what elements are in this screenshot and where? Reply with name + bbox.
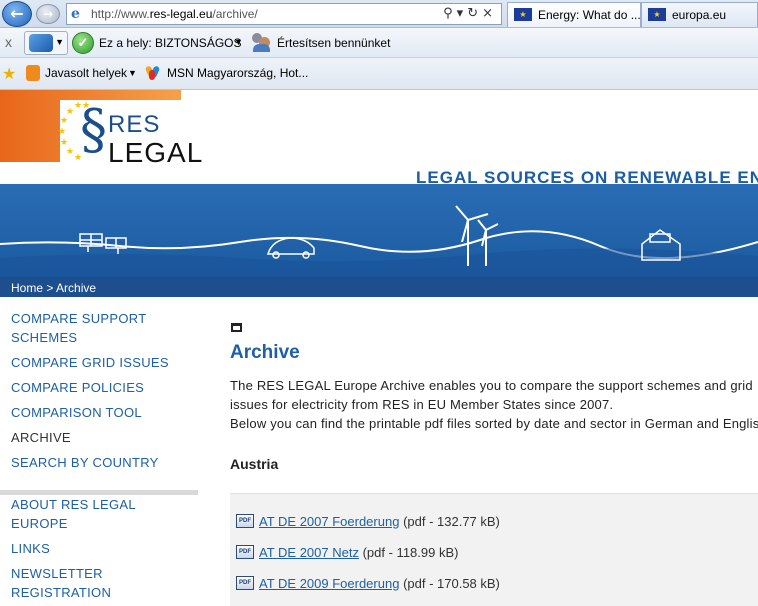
tab-label: europa.eu — [672, 8, 727, 22]
intro-text: The RES LEGAL Europe Archive enables you… — [230, 376, 758, 433]
chevron-down-icon[interactable]: ▼ — [128, 68, 137, 78]
sidebar-item-compare-support-schemes[interactable]: COMPARE SUPPORT SCHEMES — [11, 309, 191, 347]
sidebar-item-newsletter-registration[interactable]: NEWSLETTER REGISTRATION — [11, 564, 121, 602]
stop-icon[interactable]: × — [482, 6, 497, 21]
sidebar-item-search-by-country[interactable]: SEARCH BY COUNTRY — [11, 453, 191, 472]
browser-tab-energy[interactable]: ★ Energy: What do ... — [507, 2, 641, 27]
printer-icon[interactable] — [231, 323, 242, 332]
web-page: ★ ★ ★ ★ ★ ★ ★ ★ § RES LEGAL LEGAL SOURCE… — [0, 90, 758, 606]
refresh-icon[interactable]: ↻ — [467, 6, 482, 21]
intro-line: issues for electricity from RES in EU Me… — [230, 397, 614, 412]
eu-flag-icon: ★ — [514, 8, 532, 21]
res-legal-logo[interactable]: ★ ★ ★ ★ ★ ★ ★ ★ § RES LEGAL — [52, 97, 212, 177]
intro-line: The RES LEGAL Europe Archive enables you… — [230, 378, 753, 393]
back-arrow-icon[interactable]: ← — [2, 1, 32, 27]
address-bar[interactable]: e http://www.res-legal.eu/archive/ ⚲▾↻× — [66, 3, 502, 25]
logo-res: RES — [108, 111, 161, 138]
dropdown-icon[interactable]: ▾ — [457, 6, 468, 21]
page-title: Archive — [230, 342, 300, 363]
pdf-file-icon: PDF — [236, 545, 254, 559]
eu-flag-icon: ★ — [648, 8, 666, 21]
chevron-down-icon: ▼ — [55, 37, 64, 47]
banner-illustration — [0, 205, 758, 278]
sidebar-item-links[interactable]: LINKS — [11, 539, 191, 558]
pdf-download-link[interactable]: AT DE 2007 Foerderung — [259, 514, 399, 529]
sidebar-item-compare-grid-issues[interactable]: COMPARE GRID ISSUES — [11, 353, 191, 372]
car-icon — [267, 237, 315, 259]
sidebar-item-archive[interactable]: ARCHIVE — [11, 428, 191, 447]
people-icon[interactable] — [250, 33, 272, 53]
url-path: /archive/ — [212, 7, 258, 21]
file-meta: (pdf - 132.77 kB) — [403, 514, 500, 529]
address-tools: ⚲▾↻× — [443, 6, 497, 21]
suggested-sites-icon — [26, 65, 40, 81]
close-toolbar-icon[interactable]: x — [5, 34, 12, 50]
sidebar-item-about-res-legal-europe[interactable]: ABOUT RES LEGAL EUROPE — [11, 495, 141, 533]
tab-label: Energy: What do ... — [538, 8, 641, 22]
url-prefix: http://www. — [91, 7, 150, 21]
forward-arrow-icon[interactable]: → — [36, 4, 60, 24]
address-url[interactable]: http://www.res-legal.eu/archive/ — [91, 7, 258, 21]
list-item: PDF AT DE 2007 Netz (pdf - 118.99 kB) — [236, 545, 736, 560]
browser-tab-europa[interactable]: ★ europa.eu — [641, 2, 758, 27]
chevron-down-icon[interactable]: ▼ — [234, 37, 243, 47]
toolbar-menu-button[interactable]: ▼ — [24, 31, 68, 55]
search-icon[interactable]: ⚲ — [443, 6, 457, 21]
breadcrumb: Home > Archive — [0, 277, 758, 297]
file-meta: (pdf - 170.58 kB) — [403, 576, 500, 591]
suggested-sites-link[interactable]: Javasolt helyek — [45, 66, 127, 80]
breadcrumb-separator: > — [43, 281, 57, 295]
logo-legal: LEGAL — [108, 137, 204, 168]
msn-butterfly-icon — [144, 64, 161, 82]
toolbar-logo-icon — [29, 34, 53, 52]
pdf-file-icon: PDF — [236, 514, 254, 528]
ie-page-icon: e — [71, 6, 80, 22]
favorites-bar: ★ Javasolt helyek ▼ MSN Magyarország, Ho… — [0, 58, 758, 90]
browser-navigation-bar: ← → e http://www.res-legal.eu/archive/ ⚲… — [0, 0, 758, 28]
main-content: Archive The RES LEGAL Europe Archive ena… — [230, 297, 758, 606]
url-domain: res-legal.eu — [149, 7, 213, 21]
breadcrumb-home-link[interactable]: Home — [11, 281, 43, 295]
sidebar-navigation: COMPARE SUPPORT SCHEMES COMPARE GRID ISS… — [0, 297, 205, 606]
logo-section-sign: § — [80, 98, 107, 161]
list-item: PDF AT DE 2009 Foerderung (pdf - 170.58 k… — [236, 576, 736, 591]
pdf-file-icon: PDF — [236, 576, 254, 590]
command-bar: x ▼ ✓ Ez a hely: BIZTONSÁGOS ▼ Értesítse… — [0, 28, 758, 58]
file-list: PDF AT DE 2007 Foerderung (pdf - 132.77 k… — [230, 493, 758, 606]
file-meta: (pdf - 118.99 kB) — [362, 545, 459, 560]
renewable-banner — [0, 184, 758, 278]
breadcrumb-current[interactable]: Archive — [56, 281, 96, 295]
favorites-star-icon[interactable]: ★ — [2, 64, 16, 84]
pdf-download-link[interactable]: AT DE 2007 Netz — [259, 545, 359, 560]
sidebar-item-compare-policies[interactable]: COMPARE POLICIES — [11, 378, 191, 397]
pdf-download-link[interactable]: AT DE 2009 Foerderung — [259, 576, 399, 591]
safety-status[interactable]: Ez a hely: BIZTONSÁGOS — [99, 36, 242, 50]
notify-us-link[interactable]: Értesítsen bennünket — [277, 36, 390, 50]
list-item: PDF AT DE 2007 Foerderung (pdf - 132.77 k… — [236, 514, 736, 529]
msn-favorite-link[interactable]: MSN Magyarország, Hot... — [167, 66, 308, 80]
intro-line: Below you can find the printable pdf fil… — [230, 416, 758, 431]
checkmark-shield-icon[interactable]: ✓ — [72, 32, 94, 54]
sidebar-item-comparison-tool[interactable]: COMPARISON TOOL — [11, 403, 191, 422]
country-heading: Austria — [230, 456, 279, 472]
